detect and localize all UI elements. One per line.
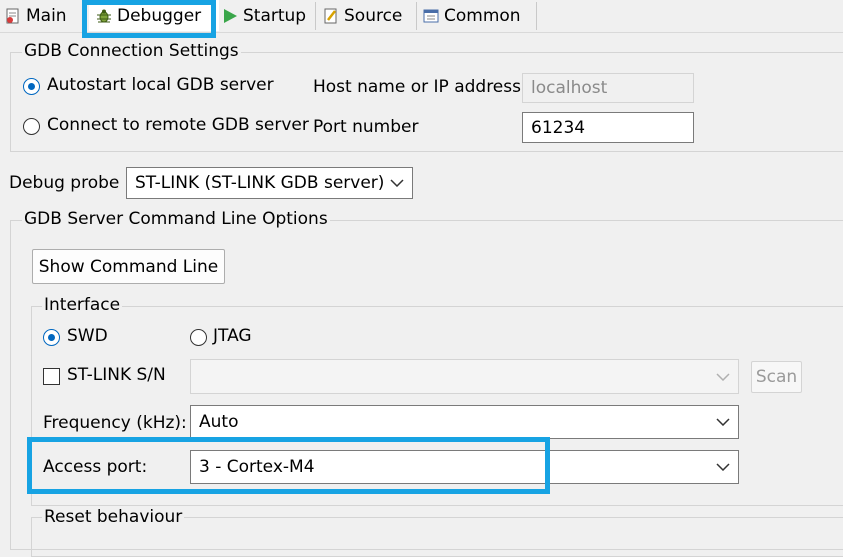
frequency-value: Auto xyxy=(199,412,239,432)
tab-main-label: Main xyxy=(26,5,67,26)
remote-server-radio[interactable] xyxy=(23,118,40,135)
tab-separator xyxy=(315,2,316,30)
tab-source[interactable]: Source xyxy=(322,0,416,31)
tab-separator xyxy=(85,2,86,30)
tab-source-label: Source xyxy=(344,5,403,26)
jtag-label: JTAG xyxy=(213,326,252,346)
show-command-line-button[interactable]: Show Command Line xyxy=(32,249,225,284)
swd-label: SWD xyxy=(67,326,108,346)
common-icon xyxy=(422,7,440,25)
tab-startup[interactable]: Startup xyxy=(221,0,313,31)
stlink-sn-select[interactable] xyxy=(190,359,739,394)
port-value: 61234 xyxy=(531,117,586,138)
play-icon xyxy=(221,7,239,25)
scan-label: Scan xyxy=(755,367,798,387)
tab-common[interactable]: Common xyxy=(422,0,534,31)
debug-probe-label: Debug probe xyxy=(9,173,120,193)
interface-title: Interface xyxy=(42,295,123,315)
debug-probe-value: ST-LINK (ST-LINK GDB server) xyxy=(135,173,385,193)
autostart-label: Autostart local GDB server xyxy=(47,75,274,95)
stlink-sn-checkbox[interactable] xyxy=(43,368,60,385)
chevron-down-icon xyxy=(390,179,404,187)
chevron-down-icon xyxy=(716,463,730,471)
gdb-connection-title: GDB Connection Settings xyxy=(22,41,241,61)
chevron-down-icon xyxy=(716,372,730,381)
gdb-server-options-title: GDB Server Command Line Options xyxy=(22,209,330,229)
access-port-select[interactable]: 3 - Cortex-M4 xyxy=(190,450,739,484)
access-port-value: 3 - Cortex-M4 xyxy=(199,457,315,477)
gdb-connection-group xyxy=(10,52,843,152)
frequency-label: Frequency (kHz): xyxy=(43,413,187,433)
port-input[interactable]: 61234 xyxy=(522,112,694,143)
remote-server-label: Connect to remote GDB server xyxy=(47,115,309,135)
tab-main[interactable]: Main xyxy=(4,0,84,31)
access-port-label: Access port: xyxy=(43,457,148,477)
port-label: Port number xyxy=(313,117,419,137)
reset-title: Reset behaviour xyxy=(42,507,185,527)
scan-button[interactable]: Scan xyxy=(751,361,802,393)
main-config-icon xyxy=(4,7,22,25)
show-command-line-label: Show Command Line xyxy=(38,256,219,277)
frequency-select[interactable]: Auto xyxy=(190,405,739,439)
host-label: Host name or IP address xyxy=(313,77,521,97)
debug-bug-icon xyxy=(95,7,113,25)
tab-separator xyxy=(536,2,537,30)
tab-startup-label: Startup xyxy=(243,5,307,26)
source-icon xyxy=(322,7,340,25)
autostart-radio[interactable] xyxy=(23,78,40,95)
swd-radio[interactable] xyxy=(43,329,60,346)
debug-probe-select[interactable]: ST-LINK (ST-LINK GDB server) xyxy=(126,167,413,199)
jtag-radio[interactable] xyxy=(190,329,207,346)
tab-debugger-label: Debugger xyxy=(117,5,202,26)
host-value: localhost xyxy=(531,78,608,98)
tab-separator xyxy=(416,2,417,30)
chevron-down-icon xyxy=(716,418,730,426)
tab-strip: Main Debugger Startup Source Common xyxy=(0,0,843,38)
stlink-sn-label: ST-LINK S/N xyxy=(67,365,166,385)
host-input[interactable]: localhost xyxy=(522,73,694,103)
tab-common-label: Common xyxy=(444,5,521,26)
tab-debugger[interactable]: Debugger xyxy=(89,0,219,31)
